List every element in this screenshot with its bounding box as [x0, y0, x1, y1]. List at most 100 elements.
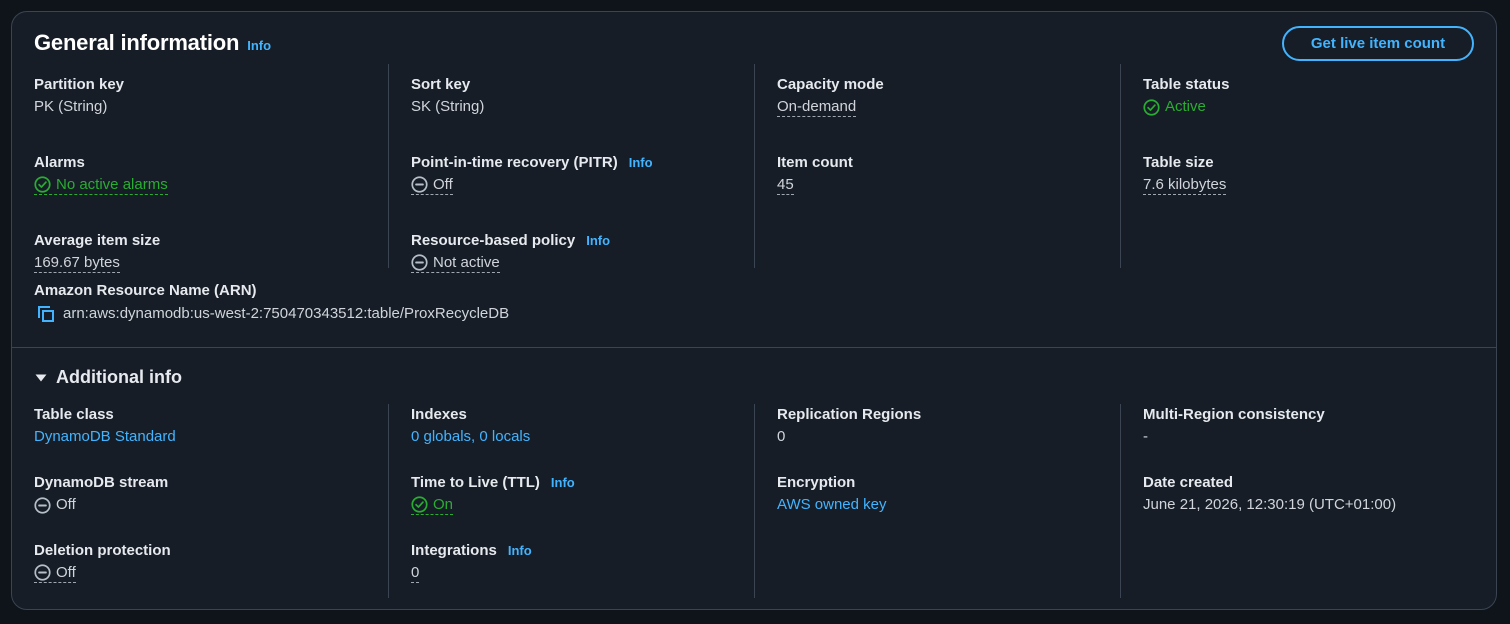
minus-circle-icon	[411, 254, 428, 271]
panel-header: General information Info	[34, 30, 271, 56]
date-created-field: Date created June 21, 2026, 12:30:19 (UT…	[1143, 472, 1487, 540]
field-label: Date created	[1143, 474, 1234, 491]
check-circle-icon	[1143, 98, 1160, 116]
field-label: Alarms	[34, 154, 85, 171]
field-label: Time to Live (TTL) Info	[411, 472, 754, 494]
field-label: Replication Regions	[777, 406, 922, 423]
general-column-3: Capacity mode On-demand Item count 45	[755, 64, 1121, 268]
field-label: Capacity mode	[777, 76, 884, 93]
resource-policy-label: Resource-based policy	[411, 232, 576, 249]
page-title: General information	[34, 30, 240, 55]
ttl-status[interactable]: On	[411, 495, 454, 515]
field-label: Deletion protection	[34, 542, 171, 559]
check-circle-icon	[411, 496, 428, 513]
field-label: Point-in-time recovery (PITR) Info	[411, 152, 754, 174]
table-size-value[interactable]: 7.6 kilobytes	[1143, 175, 1227, 195]
multi-region-field: Multi-Region consistency -	[1143, 404, 1487, 472]
table-class-field: Table class DynamoDB Standard	[34, 404, 388, 472]
alarms-field: Alarms No active alarms	[34, 152, 388, 220]
ttl-label: Time to Live (TTL)	[411, 474, 540, 491]
caret-down-icon	[35, 374, 47, 381]
minus-circle-icon	[34, 564, 51, 581]
general-column-1: Partition key PK (String) Alarms No acti…	[12, 64, 389, 273]
additional-column-3: Replication Regions 0 Encryption AWS own…	[755, 404, 1121, 598]
field-value: 0	[777, 428, 786, 445]
pitr-status-text: Off	[433, 176, 453, 193]
ttl-status-text: On	[433, 496, 454, 513]
field-value: PK (String)	[34, 98, 108, 115]
field-label: Partition key	[34, 76, 125, 93]
field-label: Item count	[777, 154, 853, 171]
integrations-value[interactable]: 0	[411, 563, 420, 583]
field-label: Table status	[1143, 76, 1230, 93]
arn-value: arn:aws:dynamodb:us-west-2:750470343512:…	[63, 305, 510, 322]
column-divider	[1120, 404, 1121, 540]
integrations-label: Integrations	[411, 542, 497, 559]
capacity-mode-value[interactable]: On-demand	[777, 97, 857, 117]
encryption-link[interactable]: AWS owned key	[777, 494, 1120, 516]
capacity-mode-field: Capacity mode On-demand	[777, 74, 1120, 142]
arn-row: arn:aws:dynamodb:us-west-2:750470343512:…	[34, 302, 509, 326]
dynamodb-stream-status: Off	[34, 494, 388, 516]
field-value: -	[1143, 428, 1148, 445]
pitr-field: Point-in-time recovery (PITR) Info Off	[411, 152, 754, 220]
partition-key-field: Partition key PK (String)	[34, 74, 388, 142]
dynamodb-stream-text: Off	[56, 496, 76, 513]
table-status-text: Active	[1165, 98, 1206, 115]
deletion-protection-field: Deletion protection Off	[34, 540, 388, 608]
encryption-field: Encryption AWS owned key	[777, 472, 1120, 540]
get-live-item-count-button[interactable]: Get live item count	[1282, 26, 1474, 61]
field-value: June 21, 2026, 12:30:19 (UTC+01:00)	[1143, 496, 1397, 513]
column-divider	[1120, 64, 1121, 200]
additional-column-2: Indexes 0 globals, 0 locals Time to Live…	[389, 404, 755, 598]
additional-column-4: Multi-Region consistency - Date created …	[1121, 404, 1487, 540]
indexes-field: Indexes 0 globals, 0 locals	[411, 404, 754, 472]
pitr-info-link[interactable]: Info	[629, 152, 653, 174]
sort-key-field: Sort key SK (String)	[411, 74, 754, 142]
dynamodb-stream-field: DynamoDB stream Off	[34, 472, 388, 540]
integrations-info-link[interactable]: Info	[508, 540, 532, 562]
field-label: Multi-Region consistency	[1143, 406, 1325, 423]
check-circle-icon	[34, 176, 51, 193]
indexes-link[interactable]: 0 globals, 0 locals	[411, 426, 754, 448]
integrations-field: Integrations Info 0	[411, 540, 754, 608]
additional-info-toggle[interactable]: Additional info	[34, 367, 182, 388]
table-status-field: Table status Active	[1143, 74, 1487, 142]
field-label: Table class	[34, 406, 114, 423]
field-label: Encryption	[777, 474, 856, 491]
alarms-status[interactable]: No active alarms	[34, 174, 388, 196]
table-class-link[interactable]: DynamoDB Standard	[34, 426, 388, 448]
general-info-link[interactable]: Info	[247, 38, 271, 53]
item-count-value[interactable]: 45	[777, 175, 794, 195]
field-label: DynamoDB stream	[34, 474, 169, 491]
average-item-size-value[interactable]: 169.67 bytes	[34, 253, 120, 273]
field-label: Indexes	[411, 406, 467, 423]
table-status-value: Active	[1143, 96, 1487, 118]
general-column-2: Sort key SK (String) Point-in-time recov…	[389, 64, 755, 273]
general-information-panel: General information Info Get live item c…	[11, 11, 1497, 610]
deletion-protection-text: Off	[56, 564, 76, 581]
pitr-status[interactable]: Off	[411, 175, 453, 195]
table-size-field: Table size 7.6 kilobytes	[1143, 152, 1487, 220]
alarms-status-text: No active alarms	[56, 176, 168, 193]
item-count-field: Item count 45	[777, 152, 1120, 220]
field-label: Integrations Info	[411, 540, 754, 562]
field-label: Resource-based policy Info	[411, 230, 754, 252]
resource-policy-status-text: Not active	[433, 254, 500, 271]
field-label: Table size	[1143, 154, 1214, 171]
minus-circle-icon	[411, 176, 428, 193]
resource-policy-info-link[interactable]: Info	[586, 230, 610, 252]
general-column-4: Table status Active Table size 7.6 kilob…	[1121, 64, 1487, 200]
field-value: SK (String)	[411, 98, 485, 115]
ttl-info-link[interactable]: Info	[551, 472, 575, 494]
minus-circle-icon	[34, 496, 51, 514]
additional-info-title: Additional info	[56, 367, 182, 387]
ttl-field: Time to Live (TTL) Info On	[411, 472, 754, 540]
pitr-label: Point-in-time recovery (PITR)	[411, 154, 618, 171]
section-divider	[12, 347, 1496, 348]
copy-icon[interactable]	[36, 304, 56, 324]
additional-column-1: Table class DynamoDB Standard DynamoDB s…	[12, 404, 389, 598]
deletion-protection-status[interactable]: Off	[34, 563, 76, 583]
resource-policy-status[interactable]: Not active	[411, 253, 500, 273]
replication-regions-field: Replication Regions 0	[777, 404, 1120, 472]
